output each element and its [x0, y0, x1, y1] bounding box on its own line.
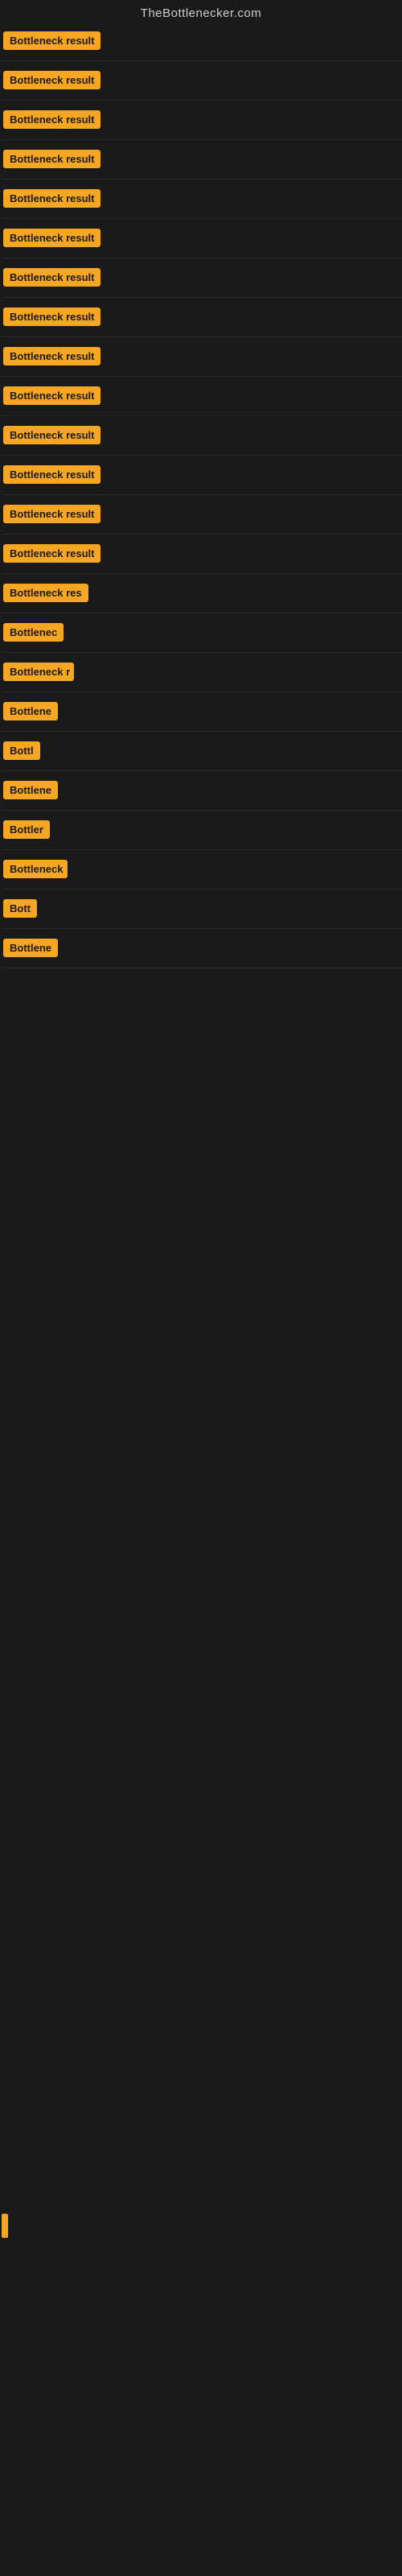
result-row[interactable]: Bottleneck result — [2, 102, 402, 140]
bottleneck-badge-22[interactable]: Bottleneck — [3, 860, 68, 878]
result-row[interactable]: Bottleneck — [2, 852, 402, 890]
result-row[interactable]: Bottleneck result — [2, 457, 402, 495]
result-row[interactable]: Bottleneck result — [2, 339, 402, 377]
result-row[interactable]: Bottler — [2, 812, 402, 850]
bottleneck-badge-7[interactable]: Bottleneck result — [3, 268, 100, 287]
bottleneck-badge-15[interactable]: Bottleneck res — [3, 584, 88, 602]
result-row[interactable]: Bottleneck result — [2, 221, 402, 258]
result-row[interactable]: Bottleneck res — [2, 576, 402, 613]
result-row[interactable]: Bottleneck result — [2, 63, 402, 101]
bottleneck-badge-21[interactable]: Bottler — [3, 820, 50, 839]
site-title: TheBottlenecker.com — [0, 0, 402, 23]
result-row[interactable]: Bottleneck r — [2, 654, 402, 692]
bottleneck-badge-3[interactable]: Bottleneck result — [3, 110, 100, 129]
result-row[interactable]: Bottleneck result — [2, 299, 402, 337]
bottom-spacer — [0, 970, 402, 1695]
result-row[interactable]: Bott — [2, 891, 402, 929]
bottleneck-badge-24[interactable]: Bottlene — [3, 939, 58, 957]
result-row[interactable]: Bottleneck result — [2, 181, 402, 219]
result-row[interactable]: Bottleneck result — [2, 23, 402, 61]
result-row[interactable]: Bottlene — [2, 931, 402, 968]
bottleneck-badge-11[interactable]: Bottleneck result — [3, 426, 100, 444]
result-row[interactable]: Bottleneck result — [2, 378, 402, 416]
result-row[interactable]: Bottlene — [2, 773, 402, 811]
bottleneck-badge-12[interactable]: Bottleneck result — [3, 465, 100, 484]
bottleneck-badge-9[interactable]: Bottleneck result — [3, 347, 100, 365]
result-row[interactable]: Bottleneck result — [2, 418, 402, 456]
result-row[interactable]: Bottl — [2, 733, 402, 771]
result-row[interactable]: Bottlene — [2, 694, 402, 732]
bottleneck-badge-13[interactable]: Bottleneck result — [3, 505, 100, 523]
bottleneck-badge-18[interactable]: Bottlene — [3, 702, 58, 720]
bottleneck-badge-23[interactable]: Bott — [3, 899, 37, 918]
result-row[interactable]: Bottlenec — [2, 615, 402, 653]
bottleneck-badge-17[interactable]: Bottleneck r — [3, 663, 74, 681]
bottleneck-badge-8[interactable]: Bottleneck result — [3, 308, 100, 326]
bottleneck-badge-10[interactable]: Bottleneck result — [3, 386, 100, 405]
result-row[interactable]: Bottleneck result — [2, 260, 402, 298]
bottleneck-badge-5[interactable]: Bottleneck result — [3, 189, 100, 208]
bottleneck-badge-1[interactable]: Bottleneck result — [3, 31, 100, 50]
bottleneck-badge-4[interactable]: Bottleneck result — [3, 150, 100, 168]
result-row[interactable]: Bottleneck result — [2, 497, 402, 535]
bottleneck-badge-6[interactable]: Bottleneck result — [3, 229, 100, 247]
bottleneck-badge-16[interactable]: Bottlenec — [3, 623, 64, 642]
bottleneck-badge-14[interactable]: Bottleneck result — [3, 544, 100, 563]
bottleneck-badge-20[interactable]: Bottlene — [3, 781, 58, 799]
bottom-indicator — [2, 2214, 8, 2238]
results-list: Bottleneck result Bottleneck result Bottle… — [0, 23, 402, 968]
bottleneck-badge-2[interactable]: Bottleneck result — [3, 71, 100, 89]
bottleneck-badge-19[interactable]: Bottl — [3, 741, 40, 760]
result-row[interactable]: Bottleneck result — [2, 536, 402, 574]
result-row[interactable]: Bottleneck result — [2, 142, 402, 180]
